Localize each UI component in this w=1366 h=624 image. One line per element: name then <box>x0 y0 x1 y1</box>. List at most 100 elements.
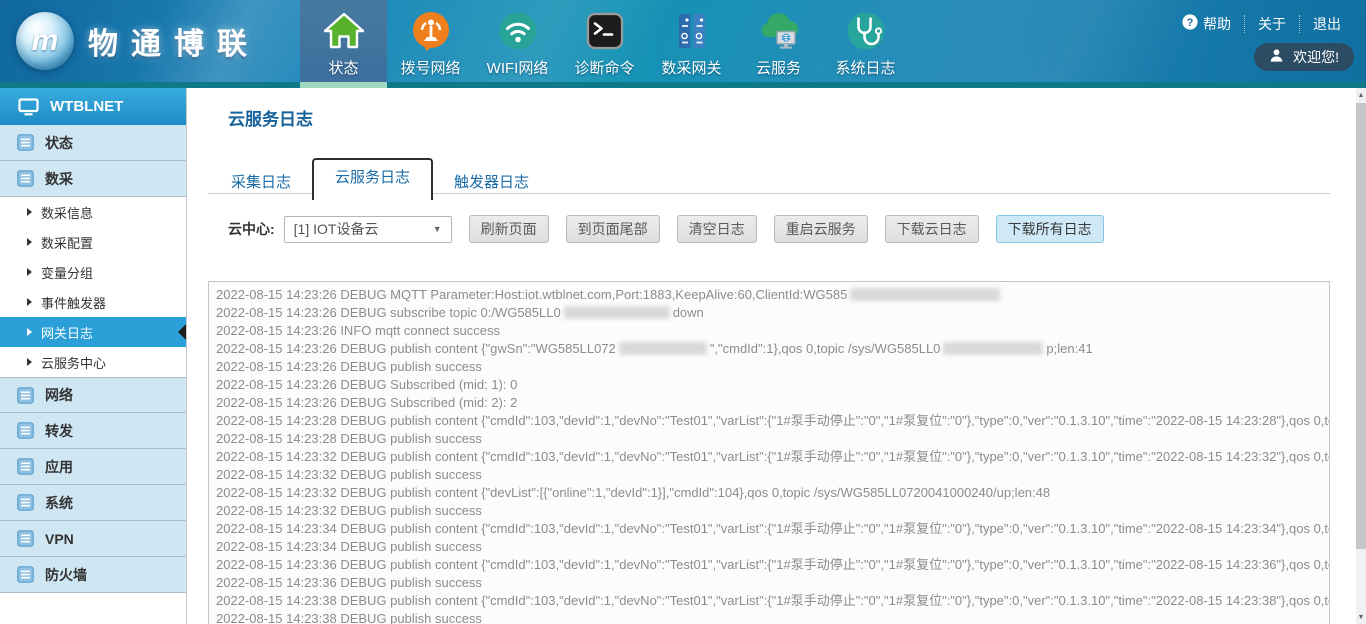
log-text: 2022-08-15 14:23:28 DEBUG publish succes… <box>216 431 482 446</box>
user-icon <box>1269 48 1284 66</box>
welcome-label: 欢迎您! <box>1293 47 1339 67</box>
brand-title: 物通博联 <box>88 19 260 63</box>
download-cloud-button[interactable]: 下载云日志 <box>885 215 979 243</box>
restart-cloud-button[interactable]: 重启云服务 <box>774 215 868 243</box>
tab-collect-log[interactable]: 采集日志 <box>210 166 312 200</box>
control-buttons: 刷新页面到页面尾部清空日志重启云服务下载云日志下载所有日志 <box>452 215 1104 243</box>
log-output[interactable]: 2022-08-15 14:23:26 DEBUG MQTT Parameter… <box>208 281 1330 624</box>
nav-item-label: 数采网关 <box>648 57 735 78</box>
nav-item-diagnose[interactable]: 诊断命令 <box>561 0 648 82</box>
sidebar-item-daq[interactable]: 数采 <box>0 161 186 197</box>
log-line: 2022-08-15 14:23:34 DEBUG publish succes… <box>216 538 1329 556</box>
sidebar-item-label: 数采配置 <box>41 233 93 252</box>
cloud-center-select[interactable]: [1] IOT设备云 ▼ <box>284 216 452 243</box>
sidebar-item-firewall[interactable]: 防火墙 <box>0 557 186 593</box>
sidebar-item-var-group[interactable]: 变量分组 <box>0 257 186 287</box>
brand: m 物通博联 <box>16 12 260 70</box>
log-text: p;len:41 <box>1046 341 1092 356</box>
list-icon <box>17 422 34 439</box>
sidebar-item-label: 数采 <box>45 169 73 189</box>
link-logout[interactable]: 退出 <box>1299 15 1354 33</box>
nav-item-wifi[interactable]: WIFI网络 <box>474 0 561 82</box>
sidebar-item-event-trigger[interactable]: 事件触发器 <box>0 287 186 317</box>
nav-item-label: 拨号网络 <box>387 57 474 78</box>
cloud-icon <box>757 9 801 53</box>
nav-item-status[interactable]: 状态 <box>300 0 387 82</box>
log-text: 2022-08-15 14:23:38 DEBUG publish conten… <box>216 593 1330 608</box>
sidebar-item-cloud-center[interactable]: 云服务中心 <box>0 347 186 377</box>
nav-item-gateway[interactable]: 数采网关 <box>648 0 735 82</box>
scrollbar-thumb[interactable] <box>1356 103 1366 549</box>
sidebar-item-label: VPN <box>45 531 74 547</box>
scroll-up-icon[interactable]: ▲ <box>1356 88 1366 102</box>
sidebar-item-label: 云服务中心 <box>41 353 106 372</box>
nav-item-label: 状态 <box>300 57 387 78</box>
sidebar-items: 状态数采数采信息数采配置变量分组事件触发器网关日志云服务中心网络转发应用系统 VP… <box>0 125 186 593</box>
clear-log-button[interactable]: 清空日志 <box>677 215 757 243</box>
log-line: 2022-08-15 14:23:26 DEBUG Subscribed (mi… <box>216 394 1329 412</box>
sidebar-item-label: 系统 <box>45 493 73 513</box>
sidebar-item-label: 防火墙 <box>45 565 87 585</box>
home-icon <box>322 9 366 53</box>
redacted-block <box>564 306 670 319</box>
log-line: 2022-08-15 14:23:34 DEBUG publish conten… <box>216 520 1329 538</box>
log-text: 2022-08-15 14:23:26 DEBUG publish conten… <box>216 341 616 356</box>
log-line: 2022-08-15 14:23:38 DEBUG publish conten… <box>216 592 1329 610</box>
nav-item-dialup[interactable]: 拨号网络 <box>387 0 474 82</box>
chevron-down-icon: ▼ <box>433 224 442 234</box>
sidebar-item-app[interactable]: 应用 <box>0 449 186 485</box>
sidebar-item-vpn[interactable]: VPN <box>0 521 186 557</box>
tab-cloud-log[interactable]: 云服务日志 <box>312 158 433 200</box>
welcome-badge[interactable]: 欢迎您! <box>1254 43 1354 71</box>
download-all-button[interactable]: 下载所有日志 <box>996 215 1104 243</box>
list-icon <box>17 170 34 187</box>
sidebar-item-label: 网络 <box>45 385 73 405</box>
sidebar-header[interactable]: WTBLNET <box>0 88 186 125</box>
tabs: 采集日志云服务日志触发器日志 <box>210 158 550 200</box>
log-text: 2022-08-15 14:23:26 DEBUG MQTT Parameter… <box>216 287 847 302</box>
tab-trigger-log[interactable]: 触发器日志 <box>433 166 550 200</box>
sidebar-item-label: 转发 <box>45 421 73 441</box>
log-text: 2022-08-15 14:23:26 DEBUG subscribe topi… <box>216 305 561 320</box>
triangle-icon <box>27 268 32 276</box>
list-icon <box>17 458 34 475</box>
triangle-icon <box>27 328 32 336</box>
log-line: 2022-08-15 14:23:26 DEBUG Subscribed (mi… <box>216 376 1329 394</box>
select-value: [1] IOT设备云 <box>294 219 379 239</box>
sidebar-item-label: 状态 <box>45 133 73 153</box>
log-line: 2022-08-15 14:23:26 INFO mqtt connect su… <box>216 322 1329 340</box>
link-label: 关于 <box>1258 15 1286 33</box>
to-page-end-button[interactable]: 到页面尾部 <box>566 215 660 243</box>
sidebar-item-gateway-log[interactable]: 网关日志 <box>0 317 186 347</box>
link-about[interactable]: 关于 <box>1244 15 1299 33</box>
log-text: 2022-08-15 14:23:34 DEBUG publish conten… <box>216 521 1330 536</box>
sidebar-item-daq-config[interactable]: 数采配置 <box>0 227 186 257</box>
log-text: 2022-08-15 14:23:32 DEBUG publish conten… <box>216 485 1050 500</box>
scroll-down-icon[interactable]: ▼ <box>1356 610 1366 624</box>
page-scrollbar[interactable]: ▲ ▼ <box>1356 88 1366 624</box>
nav-item-cloud[interactable]: 云服务 <box>735 0 822 82</box>
sidebar-item-label: 事件触发器 <box>41 293 106 312</box>
log-text: 2022-08-15 14:23:32 DEBUG publish succes… <box>216 503 482 518</box>
log-text: 2022-08-15 14:23:26 DEBUG publish succes… <box>216 359 482 374</box>
cloud-center-label: 云中心: <box>228 219 275 239</box>
log-text: 2022-08-15 14:23:26 INFO mqtt connect su… <box>216 323 500 338</box>
sidebar-item-status[interactable]: 状态 <box>0 125 186 161</box>
link-label: 帮助 <box>1203 15 1231 33</box>
redacted-block <box>943 342 1043 355</box>
sidebar-item-system[interactable]: 系统 <box>0 485 186 521</box>
sidebar-item-daq-info[interactable]: 数采信息 <box>0 197 186 227</box>
link-label: 退出 <box>1313 15 1341 33</box>
sidebar-item-label: 网关日志 <box>41 323 93 342</box>
nav-item-syslog[interactable]: 系统日志 <box>822 0 909 82</box>
app-header: m 物通博联 状态拨号网络WIFI网络诊断命令数采网关云服务系统日志 ?帮助关于… <box>0 0 1366 88</box>
sidebar-item-network[interactable]: 网络 <box>0 377 186 413</box>
sidebar-item-forward[interactable]: 转发 <box>0 413 186 449</box>
sidebar-item-label: 变量分组 <box>41 263 93 282</box>
log-line: 2022-08-15 14:23:38 DEBUG publish succes… <box>216 610 1329 624</box>
log-line: 2022-08-15 14:23:36 DEBUG publish conten… <box>216 556 1329 574</box>
link-help[interactable]: ?帮助 <box>1169 14 1244 34</box>
refresh-page-button[interactable]: 刷新页面 <box>469 215 549 243</box>
redacted-block <box>850 288 1000 301</box>
list-icon <box>17 387 34 404</box>
